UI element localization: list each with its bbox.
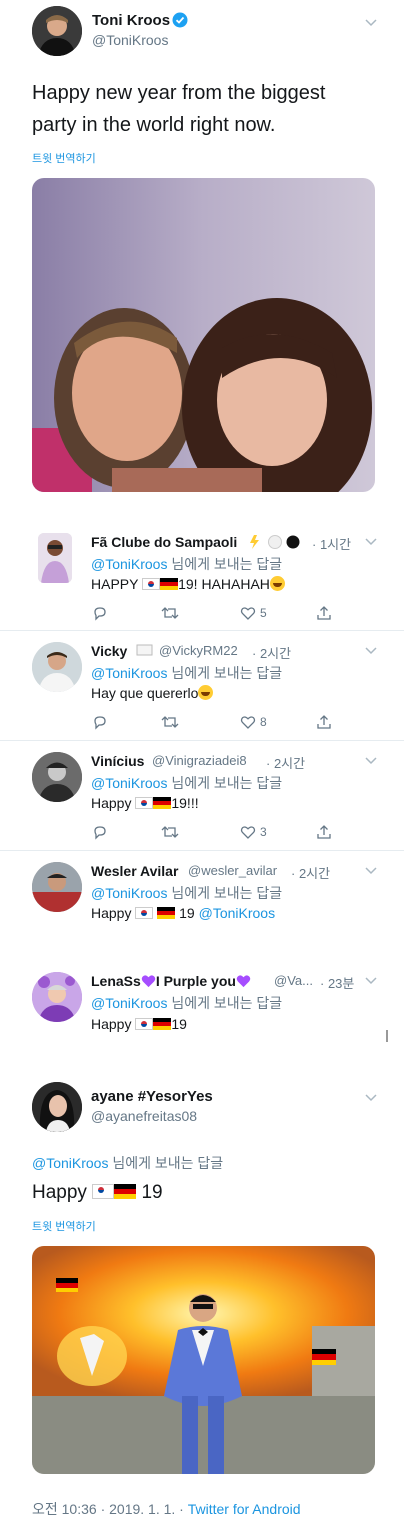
avatar[interactable] <box>32 642 82 692</box>
chevron-down-icon[interactable] <box>364 646 378 656</box>
mention-link[interactable]: @ToniKroos <box>91 665 167 681</box>
handle[interactable]: @Va... <box>274 973 313 988</box>
timestamp[interactable]: · 2시간 <box>252 643 291 662</box>
korea-flag-icon <box>135 1018 154 1030</box>
korea-flag-icon <box>135 907 154 919</box>
germany-flag-icon <box>153 1018 172 1030</box>
emoji-icons <box>248 534 310 550</box>
tweet-timestamp: 오전 10:36 · 2019. 1. 1. · Twitter for And… <box>32 1501 301 1517</box>
chevron-down-icon[interactable] <box>364 976 378 986</box>
laughing-emoji-icon <box>269 576 285 591</box>
purple-heart-icon <box>141 975 156 988</box>
korea-flag-icon <box>135 797 154 809</box>
korea-flag-icon <box>92 1184 115 1199</box>
display-name[interactable]: Toni Kroos <box>92 12 170 29</box>
chevron-down-icon[interactable] <box>364 18 378 28</box>
flag-icon <box>136 644 154 657</box>
chevron-down-icon[interactable] <box>364 537 378 547</box>
mention-link[interactable]: @ToniKroos <box>91 775 167 791</box>
germany-flag-icon <box>157 907 176 919</box>
tweet-text: Happy 19 <box>32 1182 163 1203</box>
germany-flag-icon <box>160 578 179 590</box>
timestamp[interactable]: · 23분 <box>320 973 354 992</box>
handle[interactable]: @Vinigraziadei8 <box>152 753 247 768</box>
korea-flag-icon <box>142 578 161 590</box>
scrollbar[interactable] <box>386 1030 388 1042</box>
avatar[interactable] <box>32 6 82 56</box>
reply-context: @ToniKroos 님에게 보내는 답글 <box>91 995 283 1011</box>
reply-context: @ToniKroos 님에게 보내는 답글 <box>91 775 283 791</box>
germany-flag-icon <box>153 797 172 809</box>
avatar[interactable] <box>32 862 82 912</box>
display-name[interactable]: ayane #YesorYes <box>91 1088 213 1105</box>
reply-text: Happy 19!!! <box>91 795 199 811</box>
avatar[interactable] <box>32 1082 82 1132</box>
avatar[interactable] <box>32 972 82 1022</box>
timestamp[interactable]: · 2시간 <box>266 753 305 772</box>
chevron-down-icon[interactable] <box>364 1093 378 1103</box>
like-icon[interactable]: 5 <box>240 604 267 622</box>
handle[interactable]: @ToniKroos <box>92 32 168 48</box>
like-icon[interactable]: 8 <box>240 713 267 731</box>
chevron-down-icon[interactable] <box>364 866 378 876</box>
action-bar: 5 <box>88 604 338 622</box>
display-name[interactable]: Fã Clube do Sampaoli <box>91 534 237 550</box>
reply-context: @ToniKroos 님에게 보내는 답글 <box>91 885 283 901</box>
retweet-icon[interactable] <box>161 713 179 731</box>
handle[interactable]: @VickyRM22 <box>159 643 238 658</box>
timestamp[interactable]: · 1시간 <box>312 534 351 553</box>
tweet-photo[interactable] <box>32 178 375 492</box>
tweet-gif[interactable] <box>32 1246 375 1474</box>
reply-text: Hay que quererlo <box>91 685 214 701</box>
tweet-text-line2: party in the world right now. <box>32 114 276 136</box>
like-count: 3 <box>260 825 267 839</box>
share-icon[interactable] <box>316 713 332 731</box>
reply-icon[interactable] <box>92 604 108 622</box>
tweet-text-line1: Happy new year from the biggest <box>32 82 326 104</box>
reply-context: @ToniKroos 님에게 보내는 답글 <box>91 556 283 572</box>
retweet-icon[interactable] <box>161 823 179 841</box>
display-name[interactable]: Vinícius <box>91 753 144 769</box>
action-bar: 3 <box>88 823 338 841</box>
reply-icon[interactable] <box>92 713 108 731</box>
mention-link[interactable]: @ToniKroos <box>91 885 167 901</box>
divider <box>0 740 404 741</box>
reply-text: HAPPY 19! HAHAHAH <box>91 576 285 592</box>
like-icon[interactable]: 3 <box>240 823 267 841</box>
chevron-down-icon[interactable] <box>364 756 378 766</box>
display-name[interactable]: LenaSs I Purple you <box>91 973 251 989</box>
avatar[interactable] <box>32 752 82 802</box>
display-name[interactable]: Vicky <box>91 643 127 659</box>
laughing-emoji-icon <box>198 685 214 700</box>
handle[interactable]: @wesler_avilar <box>188 863 277 878</box>
reply-icon[interactable] <box>92 823 108 841</box>
mention-link[interactable]: @ToniKroos <box>91 556 167 572</box>
verified-badge-icon <box>172 12 188 28</box>
action-bar: 8 <box>88 713 338 731</box>
like-count: 8 <box>260 715 267 729</box>
mention-link[interactable]: @ToniKroos <box>199 905 275 921</box>
divider <box>0 630 404 631</box>
like-count: 5 <box>260 606 267 620</box>
mention-link[interactable]: @ToniKroos <box>32 1155 108 1171</box>
share-icon[interactable] <box>316 604 332 622</box>
translate-link[interactable]: 트윗 번역하기 <box>32 1218 96 1234</box>
timestamp[interactable]: · 2시간 <box>291 863 330 882</box>
translate-link[interactable]: 트윗 번역하기 <box>32 150 96 166</box>
reply-context: @ToniKroos 님에게 보내는 답글 <box>32 1155 224 1171</box>
share-icon[interactable] <box>316 823 332 841</box>
germany-flag-icon <box>114 1184 137 1199</box>
avatar[interactable] <box>38 533 72 583</box>
display-name[interactable]: Wesler Avilar <box>91 863 178 879</box>
divider <box>0 850 404 851</box>
tweet-source-link[interactable]: Twitter for Android <box>188 1501 301 1517</box>
reply-text: Happy 19 @ToniKroos <box>91 905 276 921</box>
reply-context: @ToniKroos 님에게 보내는 답글 <box>91 665 283 681</box>
handle[interactable]: @ayanefreitas08 <box>91 1108 197 1124</box>
retweet-icon[interactable] <box>161 604 179 622</box>
mention-link[interactable]: @ToniKroos <box>91 995 167 1011</box>
purple-heart-icon <box>236 975 251 988</box>
reply-text: Happy 19 <box>91 1016 187 1032</box>
